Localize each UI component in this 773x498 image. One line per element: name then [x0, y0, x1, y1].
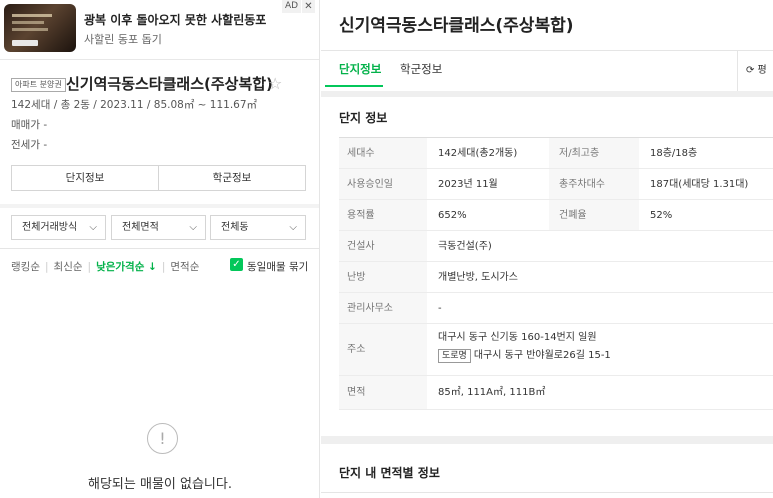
row-key: 사용승인일 — [339, 169, 427, 199]
ad-thumb-line — [12, 14, 52, 17]
row-key: 관리사무소 — [339, 293, 427, 323]
complex-name: 신기역극동스타클래스(주상복합) — [66, 75, 273, 93]
star-outline-icon[interactable]: ☆ — [268, 74, 282, 93]
row-key: 주소 — [339, 324, 427, 375]
row-key: 용적률 — [339, 200, 427, 230]
table-row: 건설사 극동건설(주) — [339, 231, 773, 262]
dong-filter[interactable]: 전체동 ⌵ — [210, 215, 306, 240]
row-value: 52% — [650, 210, 673, 221]
divider — [0, 248, 319, 249]
row-value: 85㎡, 111A㎡, 111B㎡ — [438, 387, 546, 398]
row-key: 건폐율 — [549, 200, 639, 230]
section-title-area-info: 단지 내 면적별 정보 — [339, 466, 440, 480]
table-row: 관리사무소 - — [339, 293, 773, 324]
sort-separator: | — [44, 261, 49, 273]
table-row: 세대수 142세대(총2개동) 저/최고층 18층/18층 — [339, 138, 773, 169]
row-value: 개별난방, 도시가스 — [438, 272, 518, 283]
left-tab-school-info[interactable]: 학군정보 — [158, 166, 305, 190]
row-value: 142세대(총2개동) — [438, 148, 518, 159]
ad-title[interactable]: 광복 이후 돌아오지 못한 사할린동포 — [84, 11, 266, 28]
chevron-down-icon: ⌵ — [289, 222, 297, 233]
section-separator — [321, 436, 773, 444]
row-value: 652% — [438, 210, 467, 221]
lot-address: 대구시 동구 신기동 160-14번지 일원 — [438, 332, 597, 343]
same-listing-checkbox[interactable]: ✓ — [230, 258, 243, 271]
sort-separator: | — [161, 261, 166, 273]
row-value: - — [438, 303, 442, 314]
table-row: 난방 개별난방, 도시가스 — [339, 262, 773, 293]
table-row: 용적률 652% 건폐율 52% — [339, 200, 773, 231]
sort-separator: | — [87, 261, 92, 273]
divider — [321, 50, 773, 51]
row-key: 건설사 — [339, 231, 427, 261]
section-title-complex-info: 단지 정보 — [339, 111, 388, 125]
complex-type-badge: 아파트 분양권 — [11, 78, 66, 92]
sort-options: 랭킹순 | 최신순 | 낮은가격순 ↓ | 면적순 — [11, 259, 199, 274]
row-key: 면적 — [339, 376, 427, 409]
active-tab-indicator — [325, 85, 383, 87]
listing-panel: 광복 이후 돌아오지 못한 사할린동포 사할린 동포 돕기 AD ✕ 아파트 분… — [0, 0, 320, 498]
divider — [0, 204, 319, 208]
filter-label: 전체동 — [221, 222, 249, 233]
complex-info-table: 세대수 142세대(총2개동) 저/최고층 18층/18층 사용승인일 2023… — [339, 137, 773, 410]
complex-summary: 142세대 / 총 2동 / 2023.11 / 85.08㎡ ~ 111.67… — [11, 99, 258, 111]
same-listing-label[interactable]: 동일매물 묶기 — [247, 259, 308, 274]
table-row: 주소 대구시 동구 신기동 160-14번지 일원 도로명 대구시 동구 반야월로… — [339, 324, 773, 376]
tab-complex-info[interactable]: 단지정보 — [339, 61, 381, 77]
sort-ranking[interactable]: 랭킹순 — [11, 261, 40, 273]
road-address-line: 도로명 대구시 동구 반야월로26길 15-1 — [438, 349, 611, 363]
filter-label: 전체면적 — [122, 222, 159, 233]
jeonse-price: 전세가 - — [11, 139, 48, 151]
section-separator — [321, 91, 773, 97]
detail-panel: 신기역극동스타클래스(주상복합) 단지정보 학군정보 ⟳ 평 단지 정보 세대수… — [321, 0, 773, 498]
ad-thumb-button — [12, 40, 38, 46]
row-value: 18층/18층 — [650, 148, 698, 159]
close-icon[interactable]: ✕ — [302, 0, 315, 13]
tab-school-info[interactable]: 학군정보 — [400, 61, 442, 77]
ad-badge: AD — [282, 0, 302, 13]
chevron-down-icon: ⌵ — [89, 222, 97, 233]
sort-area[interactable]: 면적순 — [170, 261, 199, 273]
exclamation-circle-icon: ! — [147, 423, 178, 454]
row-value: 2023년 11월 — [438, 179, 498, 190]
row-value: 187대(세대당 1.31대) — [650, 179, 749, 190]
ad-thumbnail[interactable] — [4, 4, 76, 52]
divider — [321, 492, 773, 493]
sort-low-price[interactable]: 낮은가격순 ↓ — [96, 261, 157, 273]
sale-price: 매매가 - — [11, 119, 48, 131]
row-key: 난방 — [339, 262, 427, 292]
table-row: 사용승인일 2023년 11월 총주차대수 187대(세대당 1.31대) — [339, 169, 773, 200]
area-filter[interactable]: 전체면적 ⌵ — [111, 215, 206, 240]
trade-type-filter[interactable]: 전체거래방식 ⌵ — [11, 215, 106, 240]
ad-thumb-line — [12, 21, 44, 24]
row-value: 극동건설(주) — [438, 241, 492, 252]
road-name-badge: 도로명 — [438, 349, 471, 363]
chevron-down-icon: ⌵ — [189, 222, 197, 233]
row-key: 총주차대수 — [549, 169, 639, 199]
ad-thumb-line — [12, 28, 48, 31]
row-key: 저/최고층 — [549, 138, 639, 168]
table-row: 면적 85㎡, 111A㎡, 111B㎡ — [339, 376, 773, 410]
road-address: 대구시 동구 반야월로26길 15-1 — [473, 350, 611, 361]
left-tab-group: 단지정보 학군정보 — [11, 165, 306, 191]
ad-subtitle[interactable]: 사할린 동포 돕기 — [84, 31, 162, 47]
area-unit-toggle[interactable]: ⟳ 평 — [737, 51, 773, 91]
page-title: 신기역극동스타클래스(주상복합) — [339, 16, 574, 36]
left-tab-complex-info[interactable]: 단지정보 — [12, 166, 158, 190]
row-key: 세대수 — [339, 138, 427, 168]
sort-latest[interactable]: 최신순 — [54, 261, 83, 273]
ad-banner[interactable]: 광복 이후 돌아오지 못한 사할린동포 사할린 동포 돕기 AD ✕ — [0, 0, 319, 60]
filter-label: 전체거래방식 — [22, 222, 78, 233]
empty-message: 해당되는 매물이 없습니다. — [88, 477, 232, 492]
